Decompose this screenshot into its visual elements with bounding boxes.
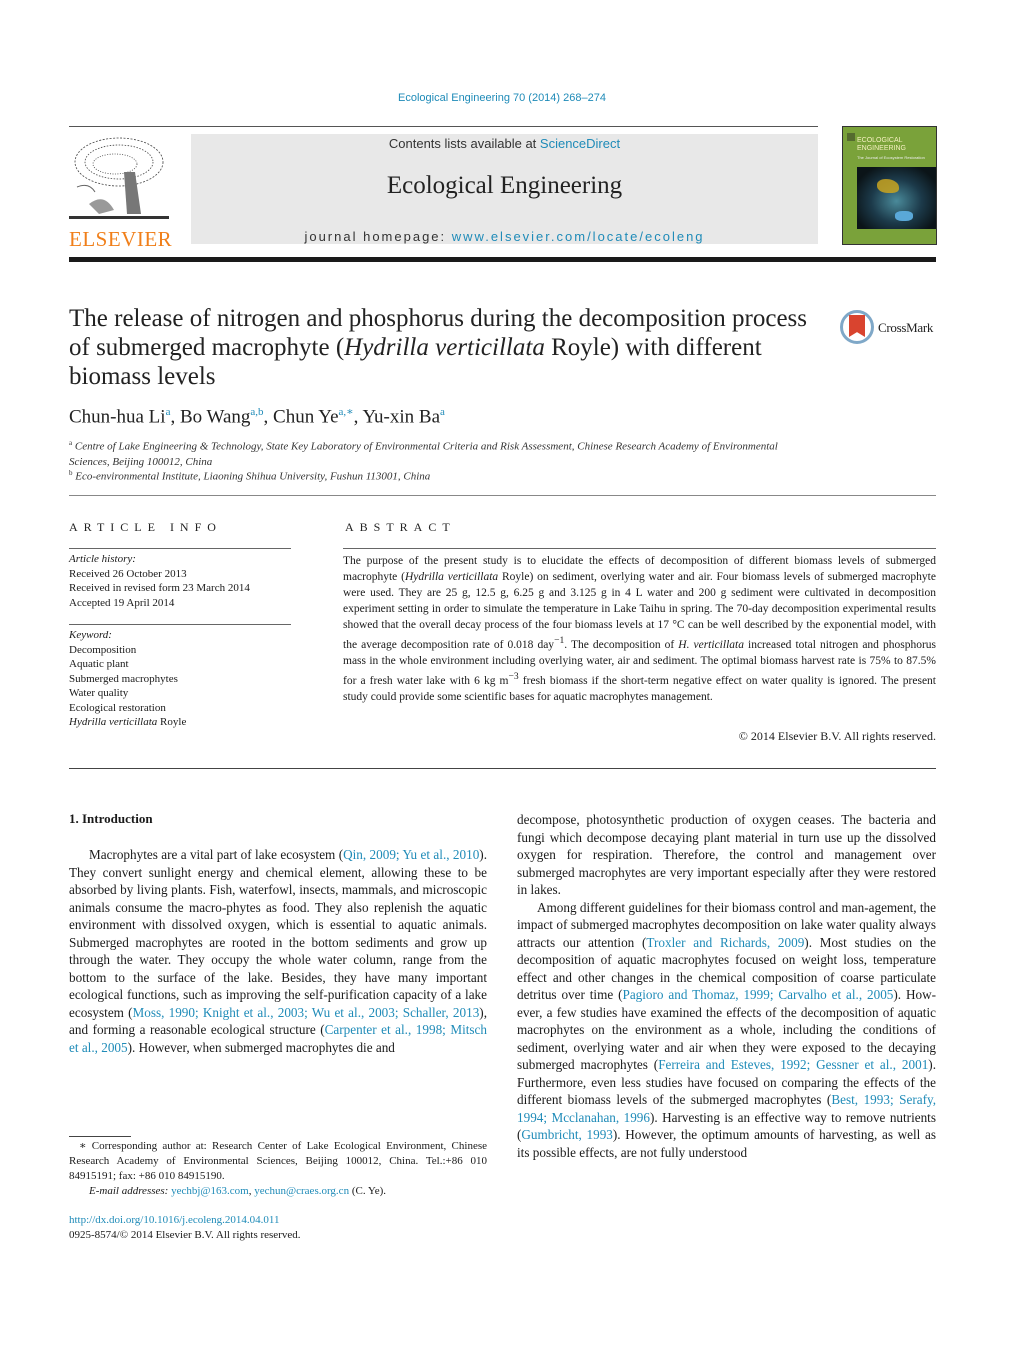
body-column-left: Macrophytes are a vital part of lake eco… bbox=[69, 846, 487, 1056]
affiliation-b: b Eco-environmental Institute, Liaoning … bbox=[69, 466, 789, 485]
doi-link[interactable]: http://dx.doi.org/10.1016/j.ecoleng.2014… bbox=[69, 1213, 301, 1228]
journal-name: Ecological Engineering bbox=[386, 172, 623, 199]
cover-image-plant bbox=[877, 179, 899, 193]
author-affil-marker[interactable]: a,∗ bbox=[339, 406, 354, 418]
history-item: Received 26 October 2013 bbox=[69, 567, 187, 580]
email-suffix: (C. Ye). bbox=[349, 1185, 387, 1197]
cover-title-line2: ENGINEERING bbox=[857, 145, 907, 152]
introduction-heading: 1. Introduction bbox=[69, 811, 153, 826]
author-list: Chun-hua Lia, Bo Wanga,b, Chun Yea,∗, Yu… bbox=[69, 406, 445, 428]
keyword-item: Aquatic plant bbox=[69, 658, 129, 670]
header-top-divider bbox=[69, 126, 818, 127]
keyword-list: Keyword: Decomposition Aquatic plant Sub… bbox=[69, 628, 186, 730]
article-history: Article history: Received 26 October 201… bbox=[69, 552, 250, 610]
corresponding-author-footnote: ∗ Corresponding author at: Research Cent… bbox=[69, 1139, 487, 1199]
paragraph: Among different guidelines for their bio… bbox=[517, 899, 936, 1162]
abstract-heading: ABSTRACT bbox=[345, 520, 456, 534]
citation-link[interactable]: Gumbricht, 1993 bbox=[521, 1127, 612, 1142]
body-column-right: decompose, photosynthetic production of … bbox=[517, 811, 936, 1161]
citation-link[interactable]: Ferreira and Esteves, 1992; Gessner et a… bbox=[658, 1057, 928, 1072]
citation-link[interactable]: Pagioro and Thomaz, 1999; Carvalho et al… bbox=[622, 987, 893, 1002]
abstract-species: Hydrilla verticillata bbox=[404, 571, 499, 583]
keyword-item: Ecological restoration bbox=[69, 701, 166, 714]
doi-block: http://dx.doi.org/10.1016/j.ecoleng.2014… bbox=[69, 1213, 301, 1243]
cover-publisher-icon bbox=[847, 133, 855, 141]
cover-title-line1: ECOLOGICAL bbox=[857, 137, 903, 144]
cover-image-water bbox=[895, 211, 913, 221]
author[interactable]: Yu-xin Ba bbox=[362, 406, 440, 427]
email-link[interactable]: yechbj@163.com bbox=[171, 1185, 249, 1197]
email-label: E-mail addresses: bbox=[89, 1185, 169, 1197]
corresponding-text: ∗ Corresponding author at: Research Cent… bbox=[69, 1140, 487, 1182]
crossmark-button[interactable]: CrossMark bbox=[840, 310, 940, 348]
issn-copyright: 0925-8574/© 2014 Elsevier B.V. All right… bbox=[69, 1229, 301, 1241]
abstract-sup: −3 bbox=[508, 670, 519, 682]
keyword-label: Keyword: bbox=[69, 629, 112, 641]
keyword-rest: Royle bbox=[157, 716, 187, 728]
history-item: Received in revised form 23 March 2014 bbox=[69, 582, 250, 594]
email-line: E-mail addresses: yechbj@163.com, yechun… bbox=[89, 1185, 387, 1197]
keywords-divider bbox=[69, 624, 291, 625]
author[interactable]: Chun-hua Li bbox=[69, 406, 166, 427]
journal-citation-link[interactable]: Ecological Engineering 70 (2014) 268–274 bbox=[0, 92, 1004, 104]
body-text: ). However, when submerged macrophytes d… bbox=[127, 1039, 395, 1055]
header-thick-divider bbox=[69, 257, 936, 262]
keyword-item: Hydrilla verticillata Royle bbox=[69, 715, 186, 730]
keyword-item: Submerged macrophytes bbox=[69, 672, 178, 685]
article-info-heading: ARTICLE INFO bbox=[69, 520, 222, 534]
citation-link[interactable]: Troxler and Richards, 2009 bbox=[646, 935, 804, 950]
abstract-sup: −1 bbox=[554, 635, 565, 646]
paragraph: decompose, photosynthetic production of … bbox=[517, 812, 936, 897]
author[interactable]: Bo Wang bbox=[180, 406, 250, 427]
journal-homepage: journal homepage: www.elsevier.com/locat… bbox=[191, 229, 818, 244]
body-divider bbox=[69, 768, 936, 769]
author-affil-marker[interactable]: a bbox=[166, 406, 171, 418]
footnote-divider bbox=[69, 1136, 131, 1137]
citation-link[interactable]: Qin, 2009; Yu et al., 2010 bbox=[343, 847, 479, 862]
affiliation-text: Eco-environmental Institute, Liaoning Sh… bbox=[75, 470, 431, 483]
keyword-item: Water quality bbox=[69, 687, 129, 699]
homepage-link[interactable]: www.elsevier.com/locate/ecoleng bbox=[452, 229, 705, 244]
history-item: Accepted 19 April 2014 bbox=[69, 596, 175, 609]
keyword-italic: Hydrilla verticillata bbox=[69, 716, 158, 728]
affiliation-a: a Centre of Lake Engineering & Technolog… bbox=[69, 436, 789, 470]
elsevier-wordmark[interactable]: ELSEVIER bbox=[69, 227, 172, 252]
cover-subtitle: The Journal of Ecosystem Restoration bbox=[857, 155, 925, 160]
paragraph: Macrophytes are a vital part of lake eco… bbox=[69, 846, 487, 1056]
author[interactable]: Chun Ye bbox=[273, 406, 338, 427]
citation-link[interactable]: Moss, 1990; Knight et al., 2003; Wu et a… bbox=[133, 1005, 480, 1020]
abstract-copyright: © 2014 Elsevier B.V. All rights reserved… bbox=[738, 729, 936, 743]
email-link[interactable]: yechun@craes.org.cn bbox=[254, 1185, 349, 1197]
author-affil-marker[interactable]: a bbox=[440, 406, 445, 418]
keyword-item: Decomposition bbox=[69, 643, 137, 656]
abstract-text: The purpose of the present study is to e… bbox=[343, 553, 936, 705]
cover-title: ECOLOGICAL ENGINEERING bbox=[857, 137, 906, 153]
journal-cover-thumbnail[interactable]: ECOLOGICAL ENGINEERING The Journal of Ec… bbox=[842, 126, 937, 245]
abstract-seg: . The decomposition of bbox=[564, 638, 679, 651]
homepage-prefix: journal homepage: bbox=[304, 229, 452, 244]
history-label: Article history: bbox=[69, 553, 136, 565]
author-affil-marker[interactable]: a,b bbox=[250, 406, 263, 418]
affiliation-label: b bbox=[69, 469, 73, 477]
affiliation-text: Centre of Lake Engineering & Technology,… bbox=[69, 440, 778, 468]
affiliation-label: a bbox=[69, 439, 73, 447]
abstract-divider bbox=[343, 548, 936, 549]
affiliation-divider bbox=[69, 495, 936, 496]
body-text: ). They convert sunlight energy and chem… bbox=[69, 847, 487, 1020]
article-info-divider bbox=[69, 548, 291, 549]
abstract-species: H. verticillata bbox=[678, 638, 744, 651]
body-text: Macrophytes are a vital part of lake eco… bbox=[89, 847, 344, 862]
sciencedirect-link[interactable]: ScienceDirect bbox=[540, 136, 620, 151]
crossmark-label: CrossMark bbox=[878, 320, 934, 335]
title-species: Hydrilla verticillata bbox=[344, 334, 545, 361]
contents-availability: Contents lists available at ScienceDirec… bbox=[191, 136, 818, 151]
contents-prefix: Contents lists available at bbox=[388, 136, 540, 151]
article-title: The release of nitrogen and phosphorus d… bbox=[69, 304, 809, 391]
